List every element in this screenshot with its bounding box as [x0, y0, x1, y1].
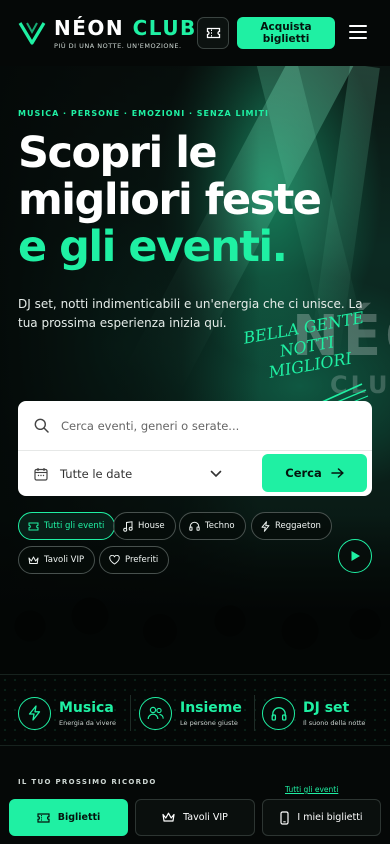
- calendar-icon: [34, 467, 48, 481]
- chip-favorites[interactable]: Preferiti: [99, 546, 170, 574]
- features-strip: Musica Energia da vivere Insieme Le pers…: [0, 674, 390, 746]
- chip-house[interactable]: House: [113, 512, 176, 540]
- brand: NÉON CLUB PIÙ DI UNA NOTTE. UN'EMOZIONE.: [54, 17, 197, 50]
- ticket-icon: [37, 812, 50, 823]
- arrow-right-icon: [331, 468, 344, 478]
- nav-tickets-button[interactable]: Biglietti: [9, 799, 128, 836]
- feature-subtitle: Il suono della notte: [303, 718, 366, 727]
- ticket-icon: [206, 27, 220, 39]
- ticket-icon: [28, 522, 39, 530]
- nav-my-tickets-button[interactable]: I miei biglietti: [262, 799, 381, 836]
- feature-title: DJ set: [303, 699, 350, 716]
- feature-subtitle: Le persone giuste: [180, 718, 238, 727]
- search-row: [18, 401, 372, 451]
- feature-together: Insieme Le persone giuste: [139, 696, 242, 730]
- chip-vip-tables[interactable]: Tavoli VIP: [18, 546, 96, 574]
- feature-title: Insieme: [180, 699, 242, 716]
- search-icon: [34, 418, 49, 433]
- date-select-value: Tutte le date: [60, 466, 133, 481]
- nav-label: I miei biglietti: [297, 812, 363, 823]
- chip-label: Techno: [205, 521, 235, 531]
- headphones-icon: [189, 521, 200, 531]
- all-events-link[interactable]: Tutti gli eventi: [285, 785, 338, 794]
- music-note-icon: [123, 520, 133, 532]
- chip-label: Tavoli VIP: [44, 555, 85, 565]
- feature-dj-set: DJ set Il suono della notte: [262, 696, 365, 730]
- chip-all-events[interactable]: Tutti gli eventi: [18, 512, 116, 540]
- chip-label: Reggaeton: [275, 521, 321, 531]
- hero-title-dot: .: [271, 222, 288, 272]
- hamburger-menu-icon[interactable]: [348, 22, 368, 42]
- hero-title: Scopri le migliori feste e gli eventi.: [18, 130, 378, 271]
- feature-icon: [139, 696, 172, 730]
- brand-name: NÉON CLUB: [54, 17, 197, 39]
- feature-music: Musica Energia da vivere: [18, 696, 116, 730]
- chevron-down-icon: [210, 470, 222, 477]
- chip-label: House: [138, 521, 165, 531]
- chip-reggaeton[interactable]: Reggaeton: [251, 512, 332, 540]
- brand-name-main: NÉON: [54, 15, 125, 40]
- feature-subtitle: Energia da vivere: [59, 718, 116, 727]
- feature-icon: [262, 696, 295, 730]
- nav-vip-tables-button[interactable]: Tavoli VIP: [135, 799, 255, 836]
- buy-tickets-button[interactable]: Acquista biglietti: [237, 17, 335, 49]
- bottom-nav: Biglietti Tavoli VIP I miei biglietti: [0, 794, 390, 844]
- search-card: Tutte le date Cerca: [18, 401, 372, 496]
- search-input[interactable]: [61, 418, 341, 433]
- hero-title-line3: e gli eventi: [18, 222, 273, 272]
- brand-tagline: PIÙ DI UNA NOTTE. UN'EMOZIONE.: [54, 41, 182, 50]
- brand-name-accent: CLUB: [132, 15, 197, 40]
- chip-label: Preferiti: [125, 555, 159, 565]
- play-video-button[interactable]: [338, 539, 372, 573]
- feature-icon: [18, 696, 51, 730]
- tickets-icon-button[interactable]: [197, 17, 229, 49]
- mobile-ticket-icon: [280, 810, 290, 825]
- crowd-silhouette: [0, 516, 390, 676]
- divider: [130, 695, 131, 731]
- search-button-label: Cerca: [285, 466, 322, 480]
- headphones-icon: [271, 706, 286, 721]
- lightning-icon: [261, 520, 270, 532]
- hero-title-line2: migliori feste: [18, 175, 322, 225]
- nav-label: Biglietti: [57, 812, 101, 823]
- heart-icon: [109, 555, 120, 565]
- date-select[interactable]: Tutte le date: [18, 451, 258, 496]
- people-icon: [147, 706, 164, 720]
- chip-techno[interactable]: Techno: [179, 512, 246, 540]
- logo-icon[interactable]: [18, 20, 46, 46]
- divider: [254, 695, 255, 731]
- feature-title: Musica: [59, 699, 114, 716]
- hero-eyebrow: MUSICA · PERSONE · EMOZIONI · SENZA LIMI…: [18, 109, 269, 118]
- crown-icon: [28, 556, 39, 564]
- app-header: NÉON CLUB PIÙ DI UNA NOTTE. UN'EMOZIONE.…: [0, 0, 390, 66]
- nav-label: Tavoli VIP: [183, 812, 228, 823]
- play-icon: [351, 551, 360, 561]
- crown-icon: [162, 812, 175, 822]
- chip-label: Tutti gli eventi: [44, 521, 105, 531]
- hero-title-line1: Scopri le: [18, 128, 218, 178]
- lightning-icon: [28, 705, 41, 721]
- section-title: IL TUO PROSSIMO RICORDO: [18, 778, 157, 786]
- search-button[interactable]: Cerca: [262, 454, 367, 492]
